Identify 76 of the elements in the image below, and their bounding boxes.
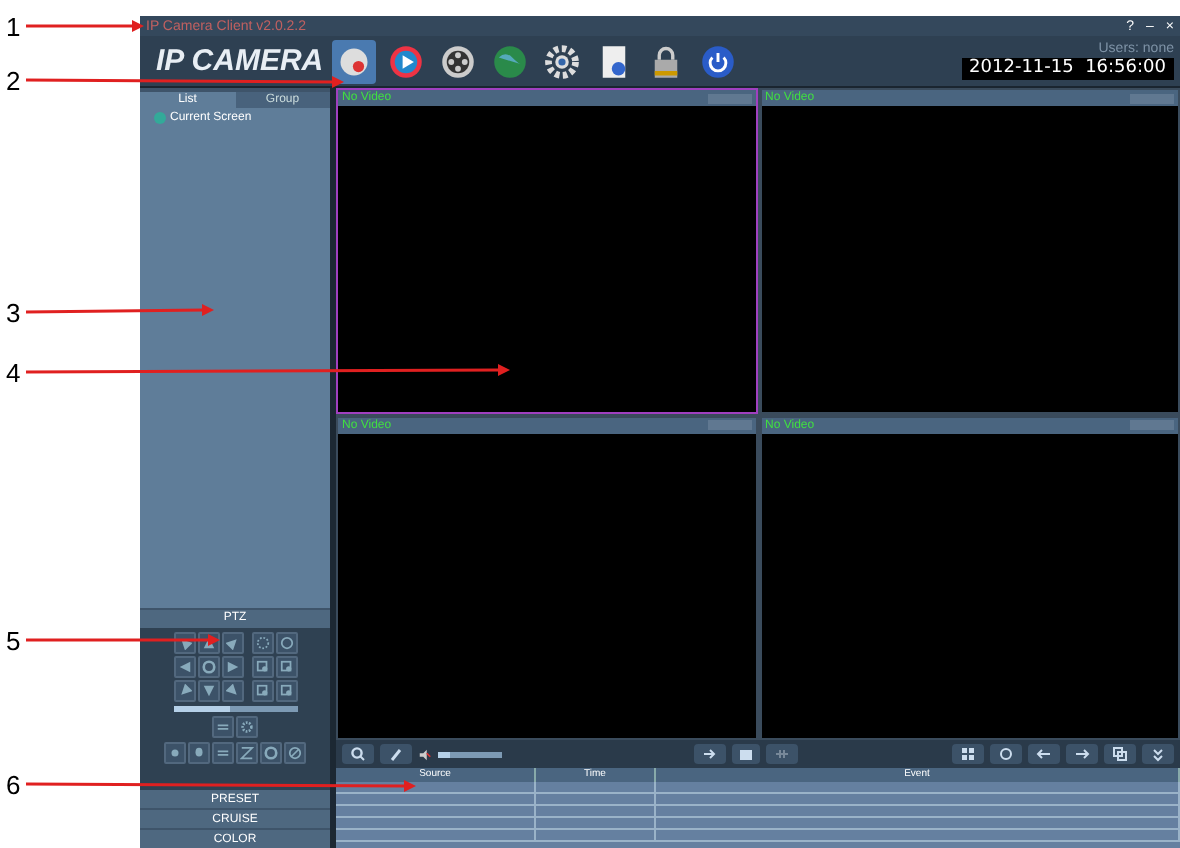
camera-icon — [738, 746, 754, 762]
right-arrow-icon — [1074, 746, 1090, 762]
square-icon — [279, 684, 293, 698]
refresh-icon — [201, 660, 215, 674]
toolbar-button[interactable] — [332, 39, 376, 83]
ptz-button[interactable] — [221, 632, 243, 654]
ptz-button[interactable] — [164, 742, 186, 764]
chevrons-down-icon — [1150, 746, 1166, 762]
ring-icon — [264, 746, 278, 760]
toolbar-button[interactable] — [1066, 744, 1098, 764]
toolbar-button[interactable] — [380, 744, 412, 764]
swap-icon — [216, 720, 230, 734]
ptz-button[interactable] — [212, 716, 234, 738]
callout-number: 6 — [6, 772, 21, 798]
windows-icon — [1112, 746, 1128, 762]
muted-speaker-icon — [418, 747, 432, 761]
ptz-button[interactable] — [173, 680, 195, 702]
search-icon — [350, 746, 366, 762]
square-icon — [255, 660, 269, 674]
toolbar-button[interactable] — [1104, 744, 1136, 764]
square-icon — [279, 660, 293, 674]
microphone-icon — [388, 746, 404, 762]
ptz-button[interactable] — [197, 680, 219, 702]
ptz-button[interactable] — [275, 656, 297, 678]
ptz-button[interactable] — [221, 656, 243, 678]
ptz-button[interactable] — [251, 680, 273, 702]
callout-number: 5 — [6, 628, 21, 654]
callout-number: 1 — [6, 14, 21, 40]
toolbar-button[interactable] — [990, 744, 1022, 764]
toolbar-button[interactable] — [1028, 744, 1060, 764]
ptz-button[interactable] — [251, 632, 273, 654]
datetime-display: 2012-11-15 16:56:00 — [961, 58, 1174, 80]
globe-icon — [492, 43, 528, 79]
toolbar-button[interactable] — [1142, 744, 1174, 764]
ptz-button[interactable] — [236, 742, 258, 764]
ptz-button[interactable] — [221, 680, 243, 702]
left-arrow-icon — [1036, 746, 1052, 762]
grid-icon — [960, 746, 976, 762]
volume-slider[interactable] — [438, 751, 502, 757]
bulb-icon — [192, 746, 206, 760]
zoom-icon — [240, 746, 254, 760]
ptz-button[interactable] — [212, 742, 234, 764]
no-entry-icon — [288, 746, 302, 760]
ptz-button[interactable] — [173, 632, 195, 654]
camera-icon — [336, 43, 372, 79]
settings-icon — [544, 43, 580, 79]
power-icon — [700, 43, 736, 79]
ptz-button[interactable] — [188, 742, 210, 764]
play-icon — [388, 43, 424, 79]
ptz-button[interactable] — [275, 680, 297, 702]
record-icon — [774, 746, 790, 762]
square-icon — [255, 684, 269, 698]
toolbar-button[interactable] — [694, 744, 726, 764]
globe-icon — [154, 112, 166, 124]
film-reel-icon — [440, 43, 476, 79]
ptz-button[interactable] — [251, 656, 273, 678]
ptz-button[interactable] — [260, 742, 282, 764]
target-icon — [998, 746, 1014, 762]
callout-number: 2 — [6, 68, 21, 94]
ptz-button[interactable] — [173, 656, 195, 678]
toolbar-button[interactable] — [952, 744, 984, 764]
toolbar-button[interactable] — [732, 744, 760, 764]
ptz-button[interactable] — [236, 716, 258, 738]
callout-number: 4 — [6, 360, 21, 386]
gear-icon — [240, 720, 254, 734]
callout-number: 3 — [6, 300, 21, 326]
ptz-button[interactable] — [275, 632, 297, 654]
logo: IP CAMERA — [156, 46, 326, 76]
sun-icon — [168, 746, 182, 760]
speed-slider[interactable] — [173, 706, 297, 712]
toolbar-button[interactable] — [342, 744, 374, 764]
ptz-button[interactable] — [284, 742, 306, 764]
toolbar-button[interactable] — [540, 39, 584, 83]
lines-icon — [216, 746, 230, 760]
arrow-icon — [702, 746, 718, 762]
ptz-button[interactable] — [197, 656, 219, 678]
